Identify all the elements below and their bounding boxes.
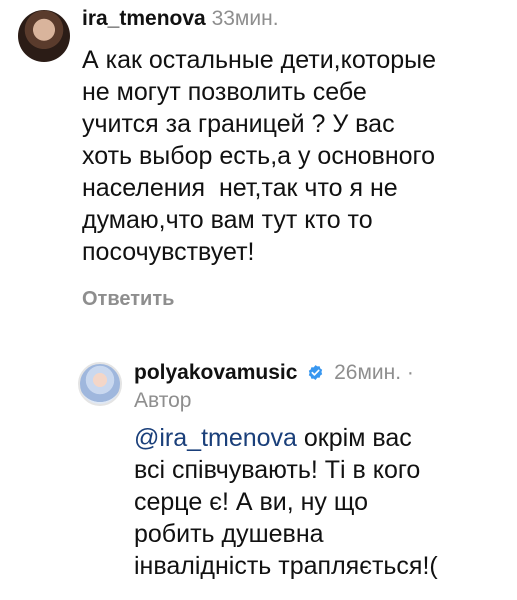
- avatar[interactable]: [18, 10, 70, 62]
- verified-badge-icon: [309, 365, 323, 380]
- avatar[interactable]: [78, 362, 122, 406]
- reply-button[interactable]: Ответить: [82, 288, 174, 311]
- timestamp: 33мин.: [211, 7, 279, 30]
- comment-text: А как остальные дети,которые не могут по…: [82, 46, 437, 266]
- separator-dot: ·: [406, 361, 414, 384]
- timestamp: 26мин.: [334, 361, 402, 384]
- author-label: Автор: [134, 389, 192, 412]
- comment-text: @ira_tmenova окрім вас всі співчувають! …: [134, 422, 438, 582]
- comment-header: ira_tmenova 33мин.: [82, 6, 279, 32]
- mention-link[interactable]: @ira_tmenova: [134, 424, 297, 452]
- comment-header: polyakovamusic 26мин. ·: [134, 360, 414, 386]
- username[interactable]: ira_tmenova: [82, 7, 206, 30]
- username[interactable]: polyakovamusic: [134, 361, 297, 384]
